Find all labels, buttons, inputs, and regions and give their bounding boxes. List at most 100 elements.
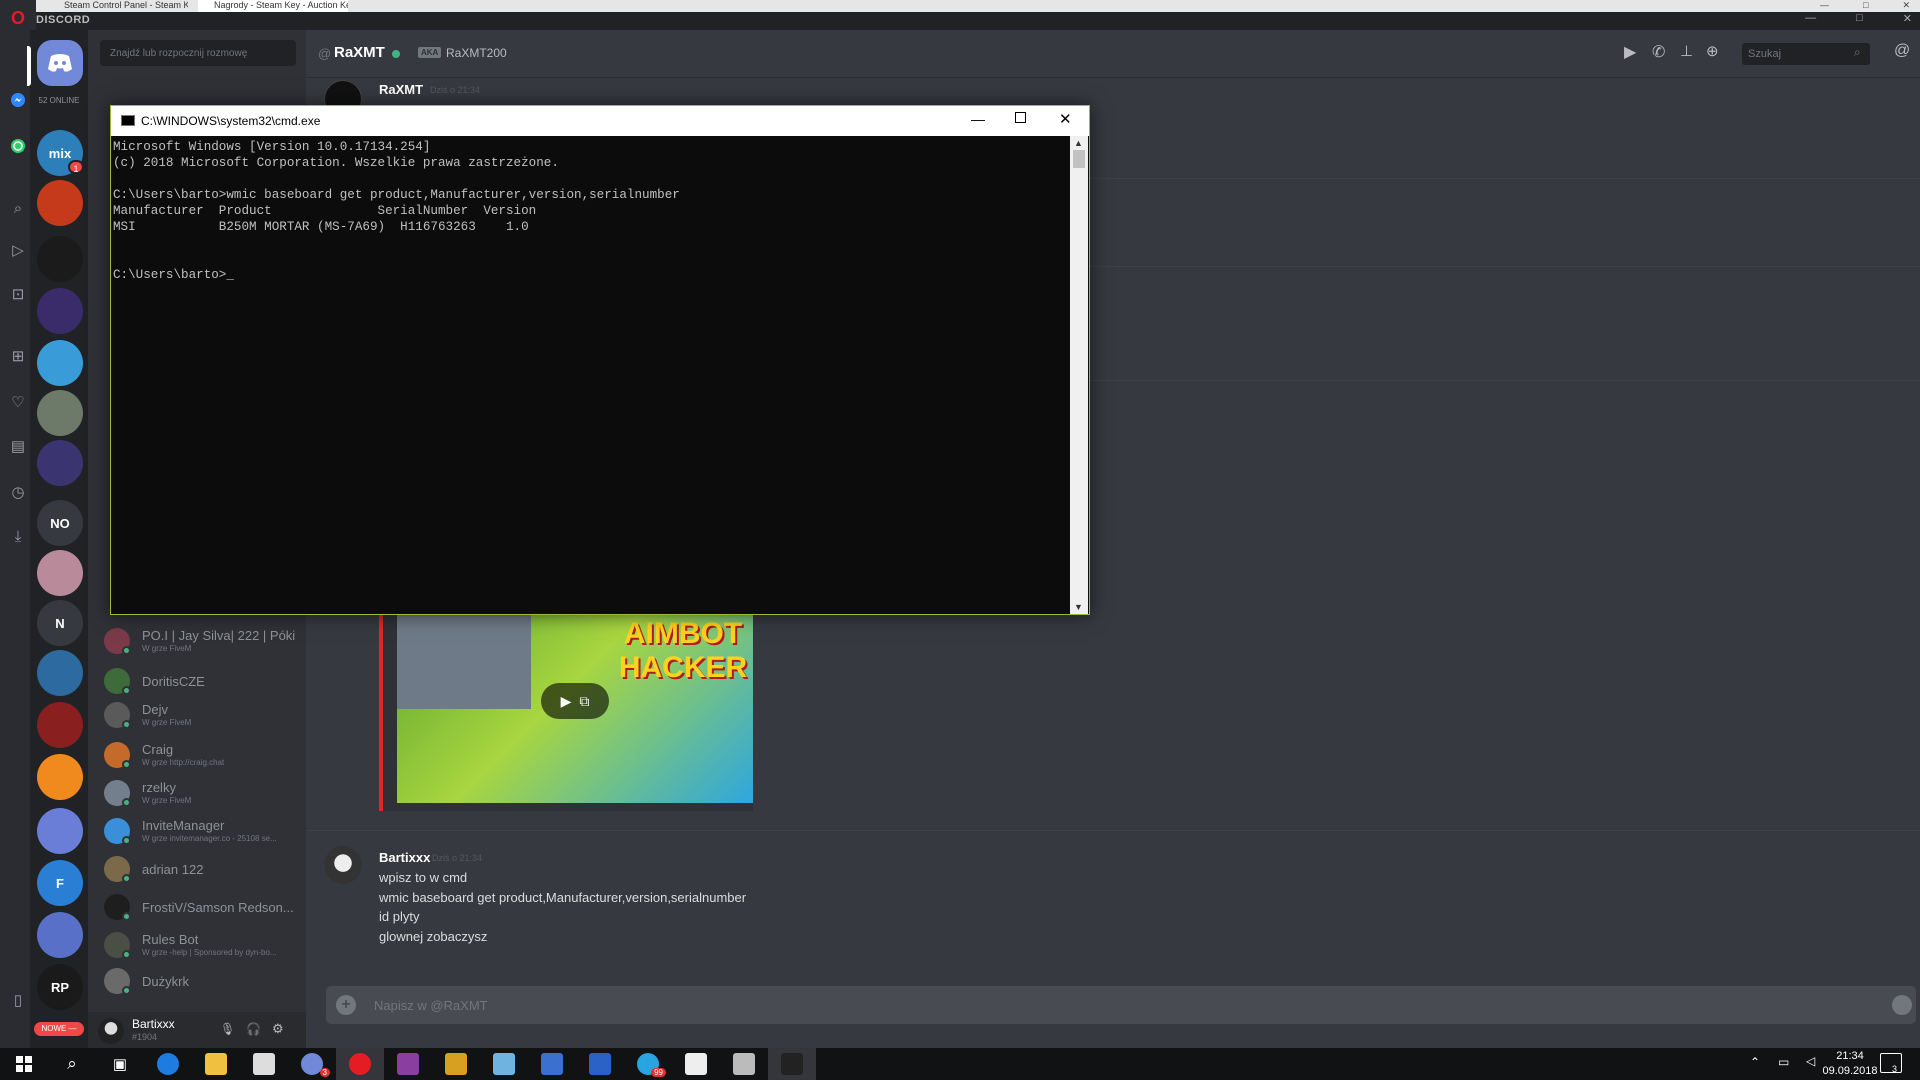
server-icon-server-17[interactable]: RP xyxy=(37,964,83,1010)
mail-icon[interactable] xyxy=(240,1048,288,1080)
server-icon-server-7[interactable] xyxy=(37,440,83,486)
winrar-icon[interactable] xyxy=(384,1048,432,1080)
discord-icon[interactable]: 3 xyxy=(288,1048,336,1080)
send-icon[interactable]: ▷ xyxy=(8,240,28,260)
add-friend-icon[interactable]: ⊕ xyxy=(1706,42,1719,60)
cmd-console-output[interactable]: Microsoft Windows [Version 10.0.17134.25… xyxy=(112,136,1070,614)
message-input[interactable]: Napisz w @RaXMT xyxy=(374,998,488,1013)
video-thumbnail[interactable]: AIMBOT HACKER ▶ ⧉ xyxy=(397,613,753,803)
sidebar-toggle-icon[interactable]: ▯ xyxy=(8,990,28,1010)
new-servers-badge[interactable]: NOWE — xyxy=(34,1022,84,1036)
headphones-icon[interactable]: 🎧 xyxy=(246,1022,261,1036)
message-avatar[interactable] xyxy=(324,846,362,884)
server-icon-server-6[interactable] xyxy=(37,390,83,436)
security-icon[interactable] xyxy=(672,1048,720,1080)
start-button[interactable] xyxy=(0,1048,48,1080)
discord-home-icon[interactable] xyxy=(37,40,83,86)
message-composer[interactable]: + Napisz w @RaXMT xyxy=(326,986,1916,1024)
edge-icon[interactable] xyxy=(144,1048,192,1080)
camera-icon[interactable]: ⊡ xyxy=(8,284,28,304)
news-icon[interactable]: ▤ xyxy=(8,436,28,456)
video-call-icon[interactable]: ▶ xyxy=(1624,42,1636,62)
minimize-button[interactable]: — xyxy=(971,111,985,127)
cmd-icon[interactable] xyxy=(768,1048,816,1080)
task-view-icon[interactable]: ▣ xyxy=(96,1048,144,1080)
dm-list-item[interactable]: Dużykrk xyxy=(104,962,300,996)
minimize-button[interactable]: — xyxy=(1820,0,1829,12)
maximize-button[interactable]: □ xyxy=(1863,0,1868,12)
scroll-up-icon[interactable]: ▲ xyxy=(1074,138,1083,148)
dm-list-item[interactable]: rzelky W grze FiveM xyxy=(104,774,300,808)
dm-list-item[interactable]: InviteManager W grze invitemanager.co - 2… xyxy=(104,812,300,846)
search-input[interactable]: Szukaj xyxy=(1742,43,1870,65)
maximize-button[interactable]: □ xyxy=(1856,12,1863,25)
server-icon-server-5[interactable] xyxy=(37,340,83,386)
telegram-icon[interactable]: 99 xyxy=(624,1048,672,1080)
close-button[interactable]: ✕ xyxy=(1059,110,1072,128)
server-icon-server-11[interactable] xyxy=(37,650,83,696)
settings-gear-icon[interactable]: ⚙ xyxy=(272,1021,284,1037)
server-icon-server-9[interactable] xyxy=(37,550,83,596)
app-icon[interactable] xyxy=(720,1048,768,1080)
close-button[interactable]: ✕ xyxy=(1903,12,1912,25)
clock-date[interactable]: 09.09.2018 xyxy=(1810,1065,1890,1077)
download-icon[interactable]: ⤓ xyxy=(8,526,28,546)
server-icon-server-3[interactable] xyxy=(37,236,83,282)
dm-list-item[interactable]: DoritisCZE xyxy=(104,662,300,696)
history-icon[interactable]: ◷ xyxy=(8,482,28,502)
server-icon-server-14[interactable] xyxy=(37,808,83,854)
notification-center-icon[interactable] xyxy=(1880,1053,1902,1073)
opera-icon[interactable] xyxy=(336,1048,384,1080)
file-explorer-icon[interactable] xyxy=(192,1048,240,1080)
app-icon[interactable] xyxy=(480,1048,528,1080)
server-icon-server-13[interactable] xyxy=(37,754,83,800)
server-icon-server-n[interactable]: N xyxy=(37,600,83,646)
hearthstone-icon[interactable] xyxy=(432,1048,480,1080)
dm-list-item[interactable]: adrian 122 xyxy=(104,850,300,884)
cmd-title-bar[interactable]: C:\WINDOWS\system32\cmd.exe — ✕ xyxy=(111,106,1089,136)
microphone-icon[interactable]: 🎙 xyxy=(220,1022,235,1036)
clock-time[interactable]: 21:34 xyxy=(1820,1050,1880,1062)
scroll-thumb[interactable] xyxy=(1073,150,1085,168)
attach-icon[interactable]: + xyxy=(336,995,356,1015)
app-icon[interactable] xyxy=(576,1048,624,1080)
voice-call-icon[interactable]: ✆ xyxy=(1652,42,1665,62)
user-avatar[interactable] xyxy=(98,1018,124,1044)
cmd-scrollbar[interactable]: ▲ ▼ xyxy=(1070,136,1088,614)
server-icon-server-16[interactable] xyxy=(37,912,83,958)
server-icon-server-2[interactable] xyxy=(37,180,83,226)
server-icon-server-4[interactable] xyxy=(37,288,83,334)
close-button[interactable]: ✕ xyxy=(1902,0,1910,12)
server-icon-server-12[interactable] xyxy=(37,702,83,748)
play-button[interactable]: ▶ ⧉ xyxy=(541,683,609,719)
dm-list-item[interactable]: Dejv W grze FiveM xyxy=(104,696,300,730)
scroll-down-icon[interactable]: ▼ xyxy=(1074,602,1083,612)
message-author[interactable]: Bartixxx xyxy=(379,850,430,865)
mentions-icon[interactable]: @ xyxy=(1894,42,1910,60)
server-icon-server-15[interactable]: F xyxy=(37,860,83,906)
dm-list-item[interactable]: Craig W grze http://craig.chat xyxy=(104,736,300,770)
speed-dial-icon[interactable]: ⊞ xyxy=(8,346,28,366)
heart-icon[interactable]: ♡ xyxy=(8,392,28,412)
browser-tab[interactable]: Steam Control Panel - Steam Key xyxy=(48,0,188,12)
tray-up-arrow-icon[interactable]: ⌃ xyxy=(1750,1055,1760,1069)
minimize-button[interactable]: — xyxy=(1805,12,1816,25)
dm-search-input[interactable]: Znajdź lub rozpocznij rozmowę xyxy=(100,40,296,66)
dm-list-item[interactable]: Rules Bot W grze -help | Sponsored by dyn… xyxy=(104,926,300,960)
search-icon[interactable]: ⌕ xyxy=(8,198,28,218)
messenger-icon[interactable] xyxy=(8,90,28,110)
network-icon[interactable]: ▭ xyxy=(1778,1055,1789,1069)
server-icon-server-no[interactable]: NO xyxy=(37,500,83,546)
whatsapp-icon[interactable] xyxy=(8,136,28,156)
maximize-button[interactable] xyxy=(1015,112,1026,123)
pinned-messages-icon[interactable]: ⊥ xyxy=(1680,42,1693,60)
emoji-icon[interactable] xyxy=(1892,995,1912,1015)
network-app-icon[interactable] xyxy=(528,1048,576,1080)
message-author[interactable]: RaXMT xyxy=(379,82,423,97)
dm-list-item[interactable]: PO.I | Jay Silva| 222 | Póki W grze FiveM xyxy=(104,622,300,656)
taskbar-search-icon[interactable]: ⌕ xyxy=(48,1048,96,1080)
cmd-window[interactable]: C:\WINDOWS\system32\cmd.exe — ✕ Microsof… xyxy=(110,105,1090,615)
browser-tab-active[interactable]: Nagrody - Steam Key - Auction Ke xyxy=(198,0,348,12)
dm-list-item[interactable]: FrostiV/Samson Redson... xyxy=(104,888,300,922)
opera-logo-icon[interactable]: O xyxy=(8,8,28,28)
